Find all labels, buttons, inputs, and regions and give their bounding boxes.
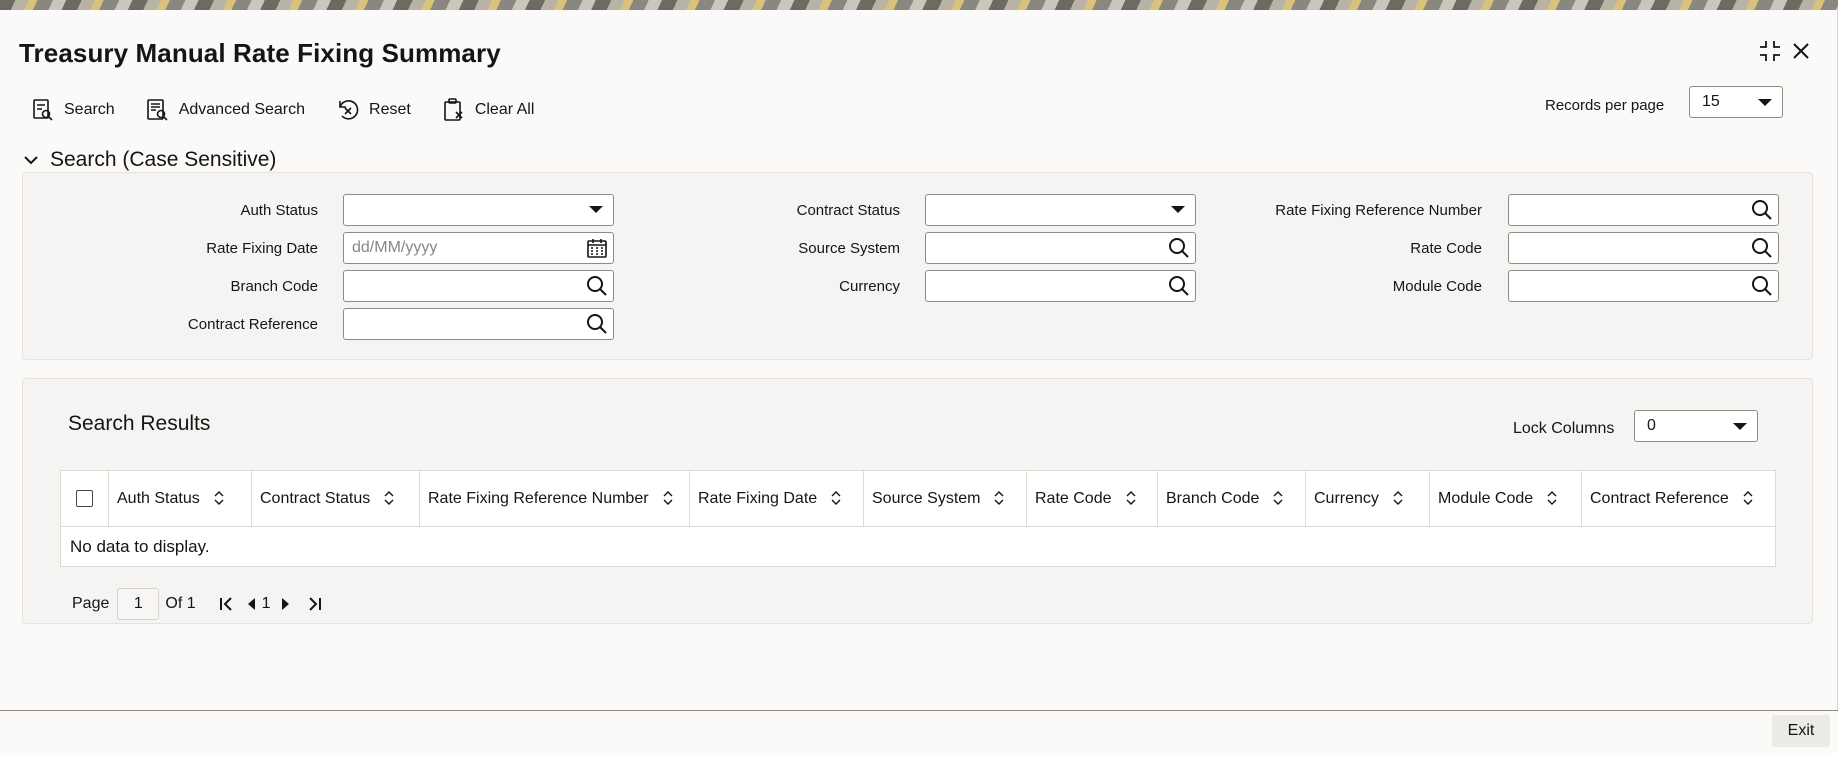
top-decoration-strip bbox=[0, 0, 1838, 10]
column-header-module-code[interactable]: Module Code bbox=[1429, 470, 1582, 527]
search-icon[interactable] bbox=[1750, 274, 1774, 298]
auth-status-select[interactable] bbox=[343, 194, 614, 226]
sort-icon bbox=[214, 491, 224, 506]
reset-icon bbox=[339, 100, 359, 120]
sort-icon bbox=[384, 491, 394, 506]
clear-all-button-label: Clear All bbox=[474, 101, 535, 118]
column-header-branch-code[interactable]: Branch Code bbox=[1157, 470, 1306, 527]
records-per-page-label: Records per page bbox=[1545, 97, 1665, 114]
sort-icon bbox=[1547, 491, 1557, 506]
summary-window: Treasury Manual Rate Fixing Summary Sear… bbox=[0, 10, 1838, 753]
chevron-down-icon bbox=[1758, 99, 1772, 106]
select-all-checkbox[interactable] bbox=[76, 489, 93, 507]
chevron-down-icon bbox=[1733, 423, 1747, 430]
module-code-label: Module Code bbox=[1392, 278, 1482, 295]
advanced-search-icon bbox=[146, 99, 168, 121]
column-header-rate-fixing-date[interactable]: Rate Fixing Date bbox=[689, 470, 864, 527]
footer-bar bbox=[0, 710, 1838, 753]
lock-columns-label: Lock Columns bbox=[1513, 420, 1615, 437]
rate-fixing-reference-number-input[interactable] bbox=[1508, 194, 1779, 226]
search-icon[interactable] bbox=[1167, 236, 1191, 260]
rate-code-input[interactable] bbox=[1508, 232, 1779, 264]
column-header-contract-status[interactable]: Contract Status bbox=[251, 470, 420, 527]
column-header-rate-fixing-reference-number[interactable]: Rate Fixing Reference Number bbox=[419, 470, 690, 527]
page-label: Page bbox=[72, 595, 110, 612]
currency-label: Currency bbox=[839, 278, 900, 295]
advanced-search-button[interactable]: Advanced Search bbox=[145, 96, 305, 124]
search-icon[interactable] bbox=[585, 312, 609, 336]
column-header-source-system[interactable]: Source System bbox=[863, 470, 1027, 527]
source-system-label: Source System bbox=[798, 240, 900, 257]
search-results-title: Search Results bbox=[68, 412, 211, 435]
contract-reference-input[interactable] bbox=[343, 308, 614, 340]
current-page-number: 1 bbox=[261, 595, 271, 612]
branch-code-label: Branch Code bbox=[230, 278, 318, 295]
sort-icon bbox=[994, 491, 1004, 506]
column-header-currency[interactable]: Currency bbox=[1305, 470, 1430, 527]
search-icon[interactable] bbox=[1750, 198, 1774, 222]
pagination: Page 1 Of 1 1 bbox=[72, 588, 323, 620]
calendar-icon[interactable] bbox=[585, 236, 609, 260]
rate-fixing-date-input[interactable]: dd/MM/yyyy bbox=[343, 232, 614, 264]
last-page-icon[interactable] bbox=[305, 595, 323, 613]
empty-message: No data to display. bbox=[60, 526, 1776, 567]
reset-button[interactable]: Reset bbox=[335, 96, 411, 124]
records-per-page-value: 15 bbox=[1702, 93, 1720, 110]
page-title: Treasury Manual Rate Fixing Summary bbox=[19, 38, 501, 68]
table-row: No data to display. bbox=[60, 526, 1776, 567]
search-icon[interactable] bbox=[1750, 236, 1774, 260]
rate-fixing-date-placeholder: dd/MM/yyyy bbox=[352, 239, 438, 256]
rate-fixing-date-label: Rate Fixing Date bbox=[206, 240, 318, 257]
column-header-rate-code[interactable]: Rate Code bbox=[1026, 470, 1158, 527]
column-header-contract-reference[interactable]: Contract Reference bbox=[1581, 470, 1776, 527]
sort-icon bbox=[1273, 491, 1283, 506]
lock-columns-value: 0 bbox=[1647, 417, 1656, 434]
contract-status-select[interactable] bbox=[925, 194, 1196, 226]
reset-button-label: Reset bbox=[369, 101, 411, 118]
exit-button[interactable]: Exit bbox=[1772, 715, 1830, 747]
rate-code-label: Rate Code bbox=[1410, 240, 1482, 257]
search-icon[interactable] bbox=[1167, 274, 1191, 298]
contract-status-label: Contract Status bbox=[796, 202, 900, 219]
search-criteria-panel: Auth Status Rate Fixing Date dd/MM/yyyy … bbox=[22, 172, 1813, 360]
source-system-input[interactable] bbox=[925, 232, 1196, 264]
sort-icon bbox=[831, 491, 841, 506]
module-code-input[interactable] bbox=[1508, 270, 1779, 302]
sort-icon bbox=[1393, 491, 1403, 506]
search-section-title: Search (Case Sensitive) bbox=[50, 148, 277, 171]
sort-icon bbox=[663, 491, 673, 506]
contract-reference-label: Contract Reference bbox=[187, 316, 318, 333]
chevron-down-icon bbox=[1171, 206, 1185, 213]
page-number-input[interactable]: 1 bbox=[117, 588, 160, 620]
collapse-icon[interactable] bbox=[1757, 38, 1783, 64]
search-button-label: Search bbox=[64, 101, 115, 118]
branch-code-input[interactable] bbox=[343, 270, 614, 302]
lock-columns-select[interactable]: 0 bbox=[1634, 410, 1758, 442]
toolbar: Search Advanced Search Reset Clear All bbox=[30, 96, 564, 124]
advanced-search-button-label: Advanced Search bbox=[178, 101, 306, 118]
search-doc-icon bbox=[33, 99, 53, 121]
chevron-down-icon bbox=[24, 156, 38, 165]
search-button[interactable]: Search bbox=[30, 96, 115, 124]
column-header-auth-status[interactable]: Auth Status bbox=[108, 470, 252, 527]
close-icon[interactable] bbox=[1788, 38, 1814, 64]
chevron-down-icon bbox=[589, 206, 603, 213]
next-page-icon[interactable] bbox=[279, 597, 291, 611]
previous-page-icon[interactable] bbox=[246, 597, 258, 611]
clear-all-button[interactable]: Clear All bbox=[441, 96, 535, 124]
results-table: Auth Status Contract Status Rate Fixing … bbox=[60, 470, 1776, 567]
search-section-toggle[interactable]: Search (Case Sensitive) bbox=[22, 148, 276, 172]
clear-clipboard-icon bbox=[444, 98, 463, 121]
first-page-icon[interactable] bbox=[218, 595, 236, 613]
auth-status-label: Auth Status bbox=[240, 202, 318, 219]
currency-input[interactable] bbox=[925, 270, 1196, 302]
sort-icon bbox=[1126, 491, 1135, 506]
table-header-row: Auth Status Contract Status Rate Fixing … bbox=[60, 470, 1776, 527]
page-of-label: Of 1 bbox=[165, 595, 196, 612]
search-icon[interactable] bbox=[585, 274, 609, 298]
select-all-cell bbox=[60, 470, 109, 527]
records-per-page-select[interactable]: 15 bbox=[1689, 86, 1783, 118]
rate-fixing-reference-number-label: Rate Fixing Reference Number bbox=[1275, 202, 1482, 219]
sort-icon bbox=[1743, 491, 1753, 506]
